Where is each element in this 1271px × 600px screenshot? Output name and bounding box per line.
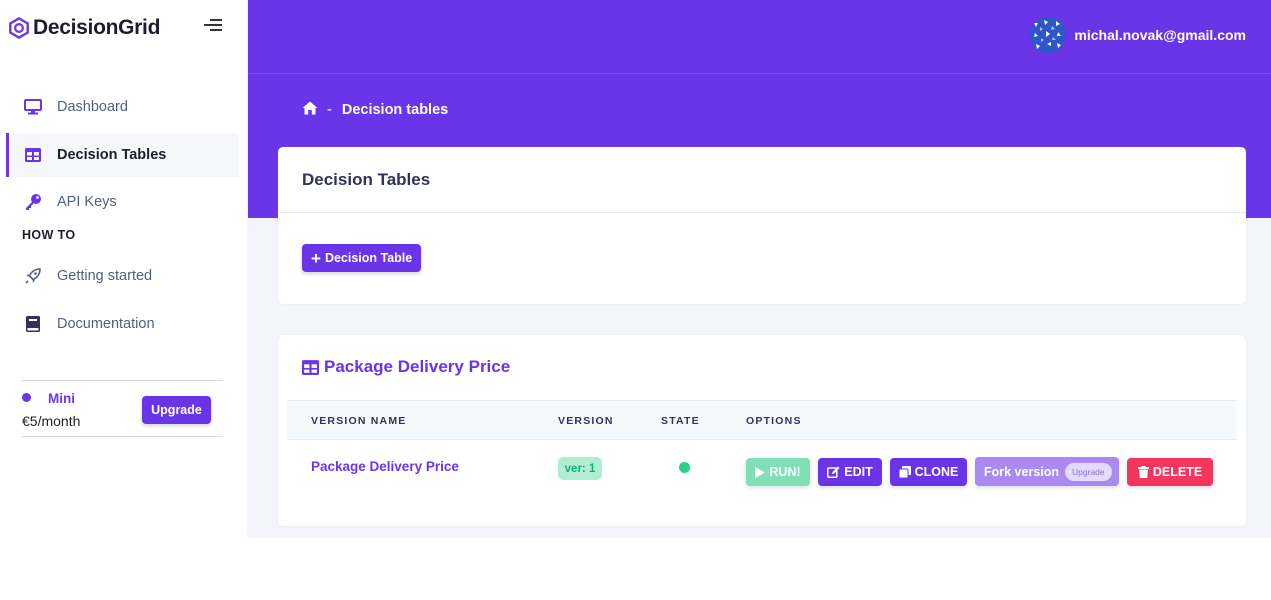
upgrade-badge: Upgrade — [1065, 462, 1112, 481]
table-icon — [302, 359, 319, 375]
sidebar-item-label: Getting started — [57, 268, 153, 284]
version-badge: ver: 1 — [558, 457, 602, 480]
book-icon — [24, 315, 42, 333]
column-header: OPTIONS — [746, 415, 802, 427]
plan-price: €5/month — [22, 413, 81, 429]
column-header: STATE — [661, 415, 700, 427]
decision-tables-card: Decision Tables + Decision Table — [278, 147, 1246, 304]
column-header: VERSION NAME — [311, 415, 407, 427]
add-decision-table-button[interactable]: + Decision Table — [302, 244, 422, 272]
fork-version-button[interactable]: Fork version Upgrade — [975, 457, 1119, 486]
user-email: michal.novak@gmail.com — [1074, 27, 1246, 43]
state-indicator — [679, 462, 690, 473]
delete-button[interactable]: DELETE — [1127, 458, 1213, 486]
header-divider — [248, 73, 1271, 74]
table-icon — [24, 146, 42, 164]
section-title-how-to: HOW TO — [22, 228, 76, 242]
brand-name: DecisionGrid — [33, 16, 161, 39]
sidebar-toggle-icon[interactable] — [204, 19, 222, 35]
edit-icon — [827, 466, 840, 478]
sidebar-item-documentation[interactable]: Documentation — [6, 302, 239, 346]
user-menu[interactable]: michal.novak@gmail.com — [1030, 17, 1246, 53]
sidebar: DecisionGrid Dashboard Decision Tables A… — [0, 0, 247, 600]
edit-label: EDIT — [844, 465, 873, 479]
brand[interactable]: DecisionGrid — [8, 14, 160, 42]
card-title-text: Package Delivery Price — [324, 357, 511, 376]
sidebar-item-api-keys[interactable]: API Keys — [6, 180, 239, 224]
run-button[interactable]: RUN! — [746, 458, 810, 486]
table-header: VERSION NAME VERSION STATE OPTIONS — [287, 400, 1237, 440]
sidebar-item-label: Documentation — [57, 316, 155, 332]
fork-label: Fork version — [984, 464, 1060, 479]
home-icon[interactable] — [302, 101, 318, 119]
column-header: VERSION — [558, 415, 614, 427]
add-button-label: Decision Table — [324, 251, 413, 265]
clone-icon — [898, 466, 911, 478]
sidebar-item-label: Decision Tables — [57, 147, 167, 163]
divider — [278, 212, 1246, 213]
clone-button[interactable]: CLONE — [890, 458, 967, 486]
delete-label: DELETE — [1152, 465, 1203, 479]
breadcrumb-separator: - — [327, 102, 332, 118]
trash-icon — [1137, 466, 1149, 478]
decision-table-card: Package Delivery Price VERSION NAME VERS… — [278, 335, 1246, 526]
hexagon-logo-icon — [9, 17, 29, 39]
sidebar-item-label: API Keys — [57, 194, 117, 210]
card-title: Package Delivery Price — [302, 357, 510, 377]
plan-status-dot — [22, 393, 31, 402]
key-icon — [24, 193, 42, 211]
version-name-link[interactable]: Package Delivery Price — [311, 459, 459, 474]
play-icon — [755, 466, 766, 478]
sidebar-item-getting-started[interactable]: Getting started — [6, 254, 239, 298]
sidebar-item-label: Dashboard — [57, 99, 128, 115]
plan-box: Mini €5/month Upgrade — [22, 380, 223, 437]
monitor-icon — [24, 98, 42, 116]
sidebar-item-dashboard[interactable]: Dashboard — [6, 85, 239, 129]
plus-icon: + — [311, 248, 321, 268]
plan-name: Mini — [48, 391, 75, 406]
card-title: Decision Tables — [302, 170, 431, 189]
edit-button[interactable]: EDIT — [818, 458, 882, 486]
breadcrumb: - Decision tables — [302, 101, 448, 119]
clone-label: CLONE — [914, 465, 959, 479]
run-label: RUN! — [769, 465, 801, 479]
upgrade-button[interactable]: Upgrade — [142, 396, 211, 424]
breadcrumb-current: Decision tables — [341, 102, 449, 118]
sidebar-item-decision-tables[interactable]: Decision Tables — [6, 133, 239, 177]
rocket-icon — [24, 267, 42, 285]
avatar — [1030, 17, 1067, 53]
